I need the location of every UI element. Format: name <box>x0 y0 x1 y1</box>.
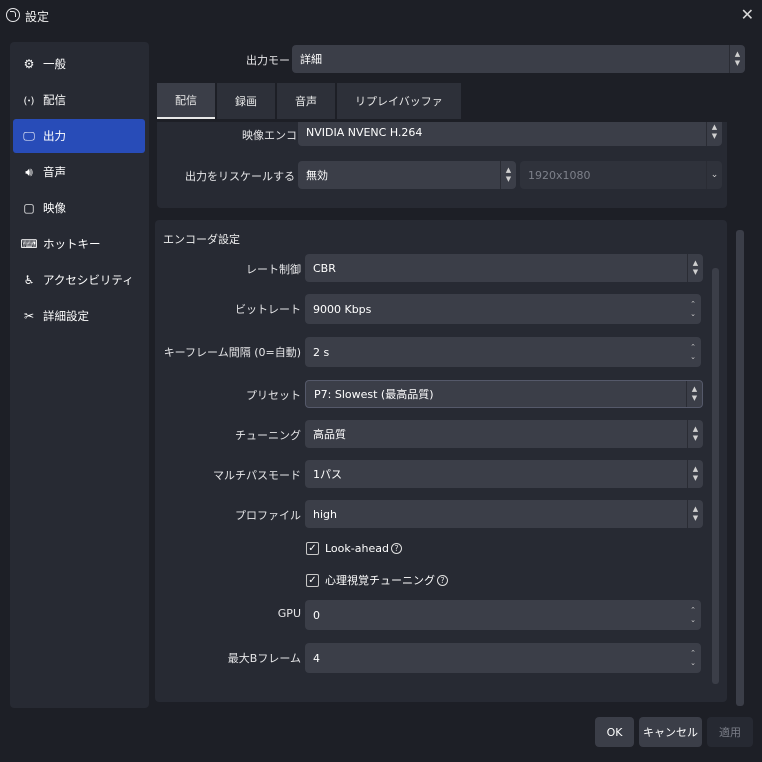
sidebar-item-hotkeys[interactable]: ⌨ ホットキー <box>13 227 145 261</box>
gpu-spinbox[interactable]: 0 ⌃ ⌄ <box>305 600 701 630</box>
bitrate-value: 9000 Kbps <box>313 302 372 316</box>
gpu-label: GPU <box>277 607 301 620</box>
max-bframes-label: 最大Bフレーム <box>227 652 301 665</box>
window-title: 設定 <box>25 10 50 24</box>
tab-recording[interactable]: 録画 <box>217 83 275 119</box>
sidebar-item-output[interactable]: 🖵 出力 <box>13 119 145 153</box>
sidebar-item-label: 映像 <box>43 201 66 215</box>
rate-control-label: レート制御 <box>246 263 301 276</box>
select-arrows-icon: ▲ ▼ <box>687 420 703 448</box>
rescale-resolution-select: 1920x1080 ⌄ <box>520 161 722 189</box>
sidebar-item-label: 配信 <box>43 93 66 107</box>
sidebar-item-label: 一般 <box>43 57 66 71</box>
broadcast-icon: (ꞏ) <box>23 96 35 107</box>
output-mode-select[interactable]: 詳細 ▲ ▼ <box>292 45 745 73</box>
psycho-visual-checkbox[interactable]: ✓ <box>306 573 319 587</box>
apply-button[interactable]: 適用 <box>707 717 753 747</box>
rescale-value: 無効 <box>306 169 328 182</box>
tuning-label: チューニング <box>235 429 301 442</box>
tab-audio[interactable]: 音声 <box>277 83 335 119</box>
obs-logo-icon <box>6 8 20 22</box>
sidebar-item-label: 詳細設定 <box>43 309 89 323</box>
bitrate-spinbox[interactable]: 9000 Kbps ⌃ ⌄ <box>305 294 701 324</box>
encoder-settings-title: エンコーダ設定 <box>163 233 240 246</box>
sidebar-item-label: アクセシビリティ <box>43 273 134 287</box>
sidebar-item-video[interactable]: ▢ 映像 <box>13 191 145 225</box>
bitrate-label: ビットレート <box>235 303 301 316</box>
video-encoder-value: NVIDIA NVENC H.264 <box>306 125 423 139</box>
select-arrows-icon: ▲ ▼ <box>729 45 745 73</box>
speaker-icon: 🔊︎ <box>25 164 33 179</box>
rescale-resolution-value: 1920x1080 <box>528 168 591 182</box>
tools-icon: ✂ <box>23 309 35 323</box>
tuning-value: 高品質 <box>313 428 346 441</box>
max-bframes-spinbox[interactable]: 4 ⌃ ⌄ <box>305 643 701 673</box>
ok-button[interactable]: OK <box>595 717 634 747</box>
multipass-select[interactable]: 1パス ▲ ▼ <box>305 460 703 488</box>
tuning-select[interactable]: 高品質 ▲ ▼ <box>305 420 703 448</box>
psycho-visual-label: 心理視覚チューニング <box>325 574 435 587</box>
sidebar-item-audio[interactable]: 🔊︎ 音声 <box>13 155 145 189</box>
spin-arrows-icon[interactable]: ⌃ ⌄ <box>685 337 701 367</box>
multipass-label: マルチパスモード <box>213 469 301 482</box>
stream-settings-panel: 映像エンコーダ NVIDIA NVENC H.264 ▲ ▼ 出力をリスケールする… <box>157 122 727 208</box>
profile-value: high <box>313 507 337 521</box>
profile-label: プロファイル <box>235 509 301 522</box>
accessibility-icon: ♿︎ <box>23 273 35 287</box>
preset-select[interactable]: P7: Slowest (最高品質) ▲ ▼ <box>305 380 703 408</box>
sidebar-item-label: ホットキー <box>43 237 101 251</box>
video-encoder-select[interactable]: NVIDIA NVENC H.264 ▲ ▼ <box>298 122 722 146</box>
output-icon: 🖵 <box>23 128 35 143</box>
settings-scrollbar[interactable] <box>736 230 744 706</box>
max-bframes-value: 4 <box>313 651 320 665</box>
multipass-value: 1パス <box>313 468 342 481</box>
lookahead-label: Look-ahead <box>325 542 389 555</box>
lookahead-checkbox-row[interactable]: ✓ Look-ahead ? <box>306 542 402 555</box>
lookahead-checkbox[interactable]: ✓ <box>306 542 319 555</box>
rescale-label: 出力をリスケールする <box>185 170 295 183</box>
monitor-icon: ▢ <box>23 201 35 215</box>
rescale-select[interactable]: 無効 ▲ ▼ <box>298 161 516 189</box>
gpu-value: 0 <box>313 608 320 622</box>
profile-select[interactable]: high ▲ ▼ <box>305 500 703 528</box>
select-arrows-icon: ▲ ▼ <box>706 122 722 146</box>
select-arrows-icon: ▲ ▼ <box>687 460 703 488</box>
rate-control-select[interactable]: CBR ▲ ▼ <box>305 254 703 282</box>
sidebar-item-accessibility[interactable]: ♿︎ アクセシビリティ <box>13 263 145 297</box>
sidebar-item-stream[interactable]: (ꞏ) 配信 <box>13 83 145 117</box>
help-icon[interactable]: ? <box>390 543 402 554</box>
sidebar-item-advanced[interactable]: ✂ 詳細設定 <box>13 299 145 333</box>
output-mode-value: 詳細 <box>300 53 322 66</box>
help-icon[interactable]: ? <box>437 574 448 586</box>
chevron-down-icon: ⌄ <box>706 161 722 189</box>
title-bar: 設定 ✕ <box>0 0 762 32</box>
keyboard-icon: ⌨ <box>20 237 38 251</box>
settings-sidebar: ⚙ 一般 (ꞏ) 配信 🖵 出力 🔊︎ 音声 ▢ 映像 ⌨ ホットキー ♿︎ ア… <box>10 42 149 708</box>
spin-arrows-icon[interactable]: ⌃ ⌄ <box>685 294 701 324</box>
preset-label: プリセット <box>246 389 301 402</box>
sidebar-item-general[interactable]: ⚙ 一般 <box>13 47 145 81</box>
spin-arrows-icon[interactable]: ⌃ ⌄ <box>685 643 701 673</box>
tab-replay-buffer[interactable]: リプレイバッファ <box>337 83 461 119</box>
close-icon[interactable]: ✕ <box>741 5 754 24</box>
tab-stream[interactable]: 配信 <box>157 83 215 119</box>
sidebar-item-label: 出力 <box>43 129 66 143</box>
keyframe-value: 2 s <box>313 345 330 359</box>
keyframe-spinbox[interactable]: 2 s ⌃ ⌄ <box>305 337 701 367</box>
encoder-scrollbar[interactable] <box>712 268 719 684</box>
select-arrows-icon: ▲ ▼ <box>687 254 703 282</box>
psycho-visual-checkbox-row[interactable]: ✓ 心理視覚チューニング ? <box>306 572 448 588</box>
rate-control-value: CBR <box>313 261 336 275</box>
select-arrows-icon: ▲ ▼ <box>500 161 516 189</box>
keyframe-label: キーフレーム間隔 (0=自動) <box>163 346 301 359</box>
cancel-button[interactable]: キャンセル <box>639 717 702 747</box>
gear-icon: ⚙ <box>23 57 35 71</box>
sidebar-item-label: 音声 <box>43 165 66 179</box>
spin-arrows-icon[interactable]: ⌃ ⌄ <box>685 600 701 630</box>
select-arrows-icon: ▲ ▼ <box>686 381 702 407</box>
output-tabs: 配信 録画 音声 リプレイバッファ <box>157 83 463 119</box>
preset-value: P7: Slowest (最高品質) <box>314 388 434 401</box>
select-arrows-icon: ▲ ▼ <box>687 500 703 528</box>
